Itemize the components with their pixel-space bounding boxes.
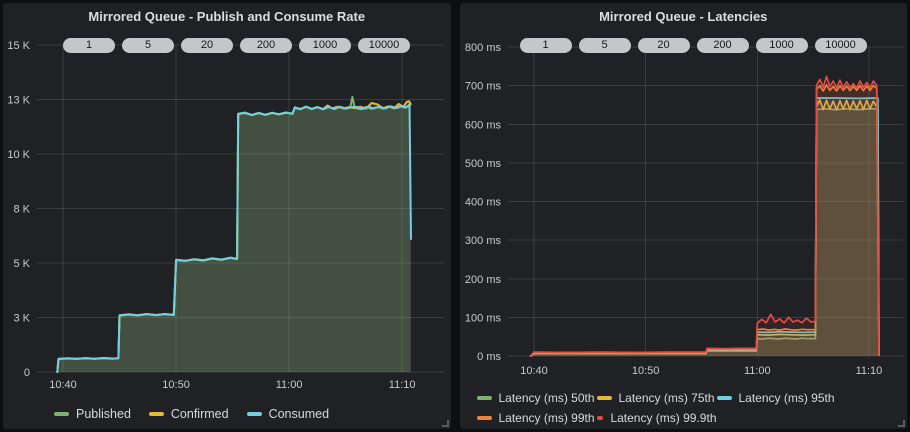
svg-text:10:40: 10:40 xyxy=(520,365,548,377)
svg-text:600 ms: 600 ms xyxy=(464,119,501,131)
annotation-pill[interactable]: 5 xyxy=(122,38,174,53)
legend-label: Confirmed xyxy=(171,407,229,421)
svg-text:8 K: 8 K xyxy=(13,204,30,216)
svg-text:10:50: 10:50 xyxy=(162,379,190,391)
annotation-pill[interactable]: 200 xyxy=(697,38,749,53)
series-color-chip xyxy=(717,396,732,400)
annotation-pill[interactable]: 1000 xyxy=(299,38,351,53)
legend-label: Latency (ms) 75th xyxy=(619,391,715,405)
annotation-pills: 1 5 20 200 1000 10000 xyxy=(63,38,410,53)
legend-label: Latency (ms) 95th xyxy=(739,391,835,405)
series-color-chip xyxy=(597,416,604,420)
series-color-chip xyxy=(149,412,164,416)
svg-text:0 ms: 0 ms xyxy=(477,351,501,363)
svg-text:300 ms: 300 ms xyxy=(464,235,501,247)
legend: Latency (ms) 50th Latency (ms) 75th Late… xyxy=(477,391,835,425)
annotation-pill[interactable]: 1 xyxy=(520,38,572,53)
annotation-pill[interactable]: 1 xyxy=(63,38,115,53)
svg-text:700 ms: 700 ms xyxy=(464,81,501,93)
panel-resize-handle[interactable] xyxy=(898,420,905,427)
legend-item-latency-50th[interactable]: Latency (ms) 50th xyxy=(477,391,597,405)
annotation-pill[interactable]: 5 xyxy=(579,38,631,53)
panel-resize-handle[interactable] xyxy=(442,420,449,427)
svg-text:0: 0 xyxy=(24,367,30,379)
series-color-chip xyxy=(597,396,612,400)
annotation-pill[interactable]: 1000 xyxy=(756,38,808,53)
legend-item-latency-99-9th[interactable]: Latency (ms) 99.9th xyxy=(597,411,717,425)
svg-text:11:10: 11:10 xyxy=(389,379,416,391)
legend-item-latency-75th[interactable]: Latency (ms) 75th xyxy=(597,391,717,405)
annotation-pill[interactable]: 200 xyxy=(240,38,292,53)
svg-text:11:00: 11:00 xyxy=(743,365,770,377)
series-color-chip xyxy=(247,412,262,416)
svg-text:10 K: 10 K xyxy=(7,149,30,161)
legend-item-latency-95th[interactable]: Latency (ms) 95th xyxy=(717,391,835,405)
legend-label: Published xyxy=(76,407,131,421)
annotation-pill[interactable]: 20 xyxy=(638,38,690,53)
legend-label: Latency (ms) 50th xyxy=(499,391,595,405)
annotation-pill[interactable]: 20 xyxy=(181,38,233,53)
svg-text:15 K: 15 K xyxy=(7,40,30,52)
legend-item-consumed[interactable]: Consumed xyxy=(247,407,329,421)
svg-text:11:10: 11:10 xyxy=(855,365,882,377)
legend-item-latency-99th[interactable]: Latency (ms) 99th xyxy=(477,411,597,425)
svg-text:200 ms: 200 ms xyxy=(464,274,501,286)
svg-text:10:40: 10:40 xyxy=(49,379,77,391)
svg-text:13 K: 13 K xyxy=(7,95,30,107)
legend-item-confirmed[interactable]: Confirmed xyxy=(149,407,229,421)
svg-text:11:00: 11:00 xyxy=(276,379,303,391)
annotation-pill[interactable]: 10000 xyxy=(815,38,867,53)
svg-text:100 ms: 100 ms xyxy=(464,312,501,324)
rate-chart-canvas[interactable]: 0 3 K 5 K 8 K 10 K 13 K 15 K 10:40 10:50 11:00 11:… xyxy=(3,3,450,429)
svg-text:800 ms: 800 ms xyxy=(464,42,501,54)
svg-text:10:50: 10:50 xyxy=(631,365,659,377)
annotation-pill[interactable]: 10000 xyxy=(358,38,410,53)
series-color-chip xyxy=(477,396,492,400)
latency-chart-canvas[interactable]: 0 ms 100 ms 200 ms 300 ms 400 ms 500 ms 600 ms… xyxy=(460,3,907,429)
series-color-chip xyxy=(54,412,69,416)
svg-text:5 K: 5 K xyxy=(13,258,30,270)
grafana-dashboard: Mirrored Queue - Publish and Consume Rat… xyxy=(0,0,910,432)
legend-label: Consumed xyxy=(269,407,329,421)
legend-label: Latency (ms) 99th xyxy=(499,411,595,425)
svg-text:500 ms: 500 ms xyxy=(464,158,501,170)
svg-text:400 ms: 400 ms xyxy=(464,197,501,209)
panel-publish-consume-rate: Mirrored Queue - Publish and Consume Rat… xyxy=(3,3,451,429)
annotation-pills: 1 5 20 200 1000 10000 xyxy=(520,38,867,53)
legend-label: Latency (ms) 99.9th xyxy=(610,411,716,425)
panel-latencies: Mirrored Queue - Latencies 0 ms100 ms200… xyxy=(460,3,908,429)
series-color-chip xyxy=(477,416,492,420)
svg-text:3 K: 3 K xyxy=(13,313,30,325)
legend-item-published[interactable]: Published xyxy=(54,407,131,421)
legend: Published Confirmed Consumed xyxy=(54,407,329,421)
